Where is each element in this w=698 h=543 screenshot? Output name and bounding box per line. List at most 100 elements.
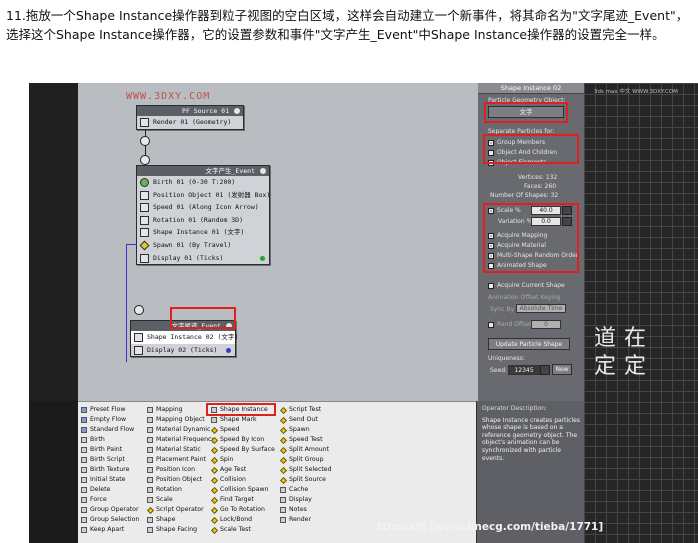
checkbox-icon bbox=[488, 321, 494, 328]
depot-item[interactable]: Material Frequency bbox=[147, 435, 215, 445]
operator-shape-instance-02[interactable]: Shape Instance 02 (文字) bbox=[131, 331, 238, 344]
operator-icon bbox=[81, 507, 87, 513]
depot-item[interactable]: Birth Texture bbox=[81, 465, 139, 475]
depot-item[interactable]: Notes bbox=[280, 505, 332, 515]
depot-item[interactable]: Material Static bbox=[147, 445, 215, 455]
test-icon bbox=[210, 516, 219, 525]
depot-item[interactable]: Split Selected bbox=[279, 465, 332, 475]
operator-display-02[interactable]: Display 02 (Ticks) bbox=[131, 344, 235, 357]
depot-item[interactable]: Rotation bbox=[147, 485, 215, 495]
depot-item[interactable]: Birth Paint bbox=[81, 445, 139, 455]
operator-icon bbox=[147, 527, 153, 533]
operator-icon bbox=[147, 477, 153, 483]
depot-item[interactable]: Birth Script bbox=[81, 455, 139, 465]
operator-icon bbox=[81, 477, 87, 483]
depot-item[interactable]: Position Object bbox=[147, 475, 215, 485]
depot-item[interactable]: Script Test bbox=[279, 405, 332, 415]
test-icon bbox=[210, 426, 219, 435]
depot-item[interactable]: Shape bbox=[147, 515, 215, 525]
depot-item[interactable]: Delete bbox=[81, 485, 139, 495]
depot-item[interactable]: Lock/Bond bbox=[210, 515, 275, 525]
depot-item[interactable]: Placement Paint bbox=[147, 455, 215, 465]
seed-field[interactable]: 12345 bbox=[508, 365, 540, 375]
depot-item[interactable]: Send Out bbox=[279, 415, 332, 425]
test-icon bbox=[279, 416, 288, 425]
pf-source-title[interactable]: PF Source 01 bbox=[137, 106, 243, 116]
depot-item[interactable]: Shape Mark bbox=[211, 415, 275, 425]
depot-item[interactable]: Split Group bbox=[279, 455, 332, 465]
depot-item[interactable]: Collision Spawn bbox=[210, 485, 275, 495]
text-birth-event[interactable]: 文字产生_Event Birth 01 (0-30 T:200) Positio… bbox=[136, 165, 270, 266]
rand-offset-check[interactable]: Rand Offset bbox=[488, 321, 532, 328]
depot-item[interactable]: Split Source bbox=[279, 475, 332, 485]
new-seed-button[interactable]: New bbox=[552, 364, 572, 375]
operator-rotation[interactable]: Rotation 01 (Random 3D) bbox=[137, 214, 269, 227]
depot-item[interactable]: Display bbox=[280, 495, 332, 505]
depot-item[interactable]: Shape Facing bbox=[147, 525, 215, 535]
update-particle-shape-button[interactable]: Update Particle Shape bbox=[488, 338, 570, 350]
depot-item[interactable]: Material Dynamic bbox=[147, 425, 215, 435]
depot-item[interactable]: Scale bbox=[147, 495, 215, 505]
depot-item[interactable]: Split Amount bbox=[279, 445, 332, 455]
depot-item[interactable]: Go To Rotation bbox=[210, 505, 275, 515]
particle-view-canvas[interactable]: WWW.3DXY.COM PF Source 01 Render 01 (Geo… bbox=[78, 83, 503, 401]
input-socket-icon[interactable] bbox=[140, 155, 150, 165]
depot-item[interactable]: Standard Flow bbox=[81, 425, 139, 435]
operator-birth[interactable]: Birth 01 (0-30 T:200) bbox=[137, 176, 269, 189]
depot-item[interactable]: Speed Test bbox=[279, 435, 332, 445]
depot-item[interactable]: Force bbox=[81, 495, 139, 505]
rand-offset-field[interactable]: 0 bbox=[531, 320, 561, 329]
spawn-test-icon bbox=[139, 240, 150, 251]
depot-column-4: Script Test Send Out Spawn Speed Test Sp… bbox=[279, 405, 332, 525]
depot-item[interactable]: Speed By Icon bbox=[210, 435, 275, 445]
operator-position-object[interactable]: Position Object 01 (发射器 Box) bbox=[137, 189, 270, 202]
depot-item[interactable]: Birth bbox=[81, 435, 139, 445]
operator-speed[interactable]: Speed 01 (Along Icon Arrow) bbox=[137, 201, 269, 214]
depot-item[interactable]: Spawn bbox=[279, 425, 332, 435]
test-icon bbox=[279, 446, 288, 455]
viewport-text-char: 定 bbox=[624, 354, 647, 379]
depot-item[interactable]: Spin bbox=[210, 455, 275, 465]
depot-item[interactable]: Speed By Surface bbox=[210, 445, 275, 455]
depot-item[interactable]: Render bbox=[280, 515, 332, 525]
operator-spawn[interactable]: Spawn 01 (By Travel) bbox=[137, 239, 269, 252]
depot-item[interactable]: Group Selection bbox=[81, 515, 139, 525]
operator-shape-instance[interactable]: Shape Instance 01 (文字) bbox=[137, 226, 269, 239]
depot-item[interactable]: Preset Flow bbox=[81, 405, 139, 415]
event2-input-socket-icon[interactable] bbox=[134, 305, 144, 315]
depot-item[interactable]: Find Target bbox=[210, 495, 275, 505]
sync-by-dropdown[interactable]: Absolute Time bbox=[516, 304, 566, 313]
depot-item[interactable]: Initial State bbox=[81, 475, 139, 485]
viewport-label: 3ds max 中文 WWW.3DXY.COM bbox=[594, 89, 678, 95]
depot-item[interactable]: Mapping bbox=[147, 405, 215, 415]
operator-render[interactable]: Render 01 (Geometry) bbox=[137, 116, 243, 129]
viewport-3d[interactable]: 3ds max 中文 WWW.3DXY.COM 道 在 定 定 bbox=[584, 83, 698, 543]
depot-item[interactable]: Scale Test bbox=[210, 525, 275, 535]
operator-icon bbox=[147, 487, 153, 493]
depot-item[interactable]: Script Operator bbox=[146, 505, 215, 515]
pf-source-event[interactable]: PF Source 01 Render 01 (Geometry) bbox=[136, 105, 244, 130]
depot-item[interactable]: Empty Flow bbox=[81, 415, 139, 425]
depot-item[interactable]: Keep Apart bbox=[81, 525, 139, 535]
seed-label: Seed: bbox=[490, 367, 508, 374]
operator-icon bbox=[147, 467, 153, 473]
acquire-current-check[interactable]: Acquire Current Shape bbox=[488, 282, 565, 289]
depot-item[interactable]: Cache bbox=[280, 485, 332, 495]
event1-title[interactable]: 文字产生_Event bbox=[137, 166, 269, 176]
highlight-event-name bbox=[170, 307, 236, 329]
depot-item[interactable]: Mapping Object bbox=[147, 415, 215, 425]
depot-item[interactable]: Speed bbox=[210, 425, 275, 435]
depot-item[interactable]: Collision bbox=[210, 475, 275, 485]
birth-icon bbox=[140, 178, 149, 187]
spawn-wire-vertical bbox=[126, 244, 127, 362]
depot-item[interactable]: Position Icon bbox=[147, 465, 215, 475]
panel-title[interactable]: Shape Instance 02 bbox=[478, 83, 584, 94]
speed-icon bbox=[140, 203, 149, 213]
highlight-separate bbox=[483, 134, 579, 164]
flow-icon bbox=[81, 417, 87, 423]
operator-display[interactable]: Display 01 (Ticks) bbox=[137, 252, 269, 265]
depot-item[interactable]: Group Operator bbox=[81, 505, 139, 515]
depot-item[interactable]: Age Test bbox=[210, 465, 275, 475]
seed-spinner[interactable] bbox=[540, 365, 550, 375]
output-socket-icon[interactable] bbox=[140, 136, 150, 146]
